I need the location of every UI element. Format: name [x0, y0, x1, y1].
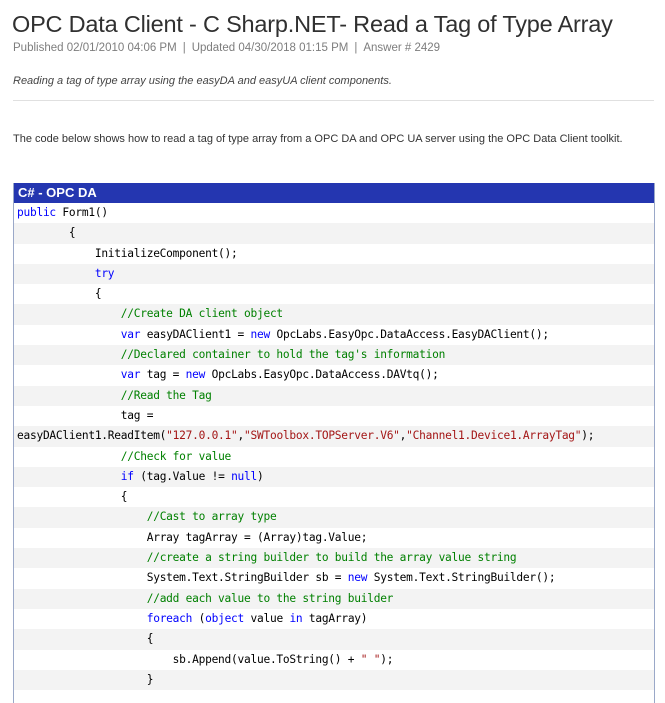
code-line: foreach (object value in tagArray) — [14, 609, 654, 629]
summary-divider — [13, 100, 654, 101]
code-token: " " — [360, 652, 381, 666]
code-token: InitializeComponent(); — [94, 246, 238, 260]
code-token: //create a string builder to build the a… — [146, 551, 517, 565]
code-token: value — [244, 611, 290, 625]
code-line: System.Text.StringBuilder sb = new Syste… — [14, 568, 654, 588]
code-line: //Create DA client object — [14, 304, 654, 325]
answer-number: Answer # 2429 — [363, 42, 441, 54]
code-token: //Create DA client object — [120, 307, 283, 321]
code-line: //create a string builder to build the a… — [14, 548, 654, 569]
code-line: try — [14, 263, 654, 285]
code-token: System.Text.StringBuilder(); — [367, 571, 556, 585]
code-token: { — [146, 632, 154, 646]
code-token: if — [120, 469, 134, 483]
code-token: "127.0.0.1" — [166, 429, 238, 443]
code-token: sb.Append(value.ToString() + — [172, 652, 361, 666]
code-token: //Check for value — [120, 449, 232, 463]
code-token: try — [94, 266, 115, 280]
code-panel: C# - OPC DA public Form1() { InitializeC… — [13, 183, 655, 703]
code-token: } — [146, 672, 154, 686]
code-line: { — [14, 487, 654, 507]
code-token: easyDAClient1 = — [140, 327, 251, 341]
code-token: //add each value to the string builder — [146, 591, 394, 605]
article-title: OPC Data Client - C Sharp.NET- Read a Ta… — [12, 11, 613, 37]
code-token: Form1() — [55, 206, 108, 219]
code-token: null — [231, 469, 258, 483]
code-panel-header: C# - OPC DA — [14, 183, 654, 203]
article-meta: Published 02/01/2010 04:06 PM | Updated 04… — [13, 42, 440, 54]
code-token: //Declared container to hold the tag's i… — [120, 348, 446, 362]
code-token: ); — [380, 652, 394, 666]
code-token: { — [94, 287, 102, 301]
published-date: Published 02/01/2010 04:06 PM — [13, 42, 177, 54]
code-token: //Cast to array type — [146, 510, 277, 524]
code-token: easyDAClient1.ReadItem( — [17, 429, 167, 443]
code-token: //Read the Tag — [120, 388, 212, 402]
code-line: //add each value to the string builder — [14, 588, 654, 609]
code-line: } — [14, 669, 654, 691]
code-line: //Declared container to hold the tag's i… — [14, 345, 654, 366]
code-token: var — [120, 368, 141, 382]
code-token: System.Text.StringBuilder sb = — [146, 571, 348, 585]
code-line: var tag = new OpcLabs.EasyOpc.DataAccess… — [14, 365, 654, 385]
code-line: //Check for value — [14, 447, 654, 467]
code-line: easyDAClient1.ReadItem("127.0.0.1","SWTo… — [14, 426, 654, 447]
code-line: { — [14, 223, 654, 244]
code-body[interactable]: public Form1() { InitializeComponent(); … — [14, 203, 654, 691]
code-token: OpcLabs.EasyOpc.DataAccess.EasyDAClient(… — [269, 327, 549, 341]
code-line: if (tag.Value != null) — [14, 466, 654, 488]
code-token: in — [289, 611, 303, 625]
code-token: tag = — [140, 368, 186, 382]
code-line: { — [14, 284, 654, 304]
code-line: tag = — [14, 406, 654, 426]
code-token: "SWToolbox.TOPServer.V6" — [244, 429, 400, 443]
code-token: ); — [581, 429, 595, 443]
code-token: { — [68, 226, 76, 240]
code-line: public Form1() — [14, 203, 654, 223]
updated-date: Updated 04/30/2018 01:15 PM — [191, 42, 349, 54]
code-token: tagArray) — [302, 611, 368, 625]
code-token: Array tagArray = (Array)tag.Value; — [146, 530, 368, 544]
code-token: var — [120, 327, 141, 341]
code-token: OpcLabs.EasyOpc.DataAccess.DAVtq(); — [205, 368, 439, 382]
code-token: "Channel1.Device1.ArrayTag" — [406, 429, 582, 443]
code-token: new — [185, 368, 206, 382]
intro-paragraph: The code below shows how to read a tag o… — [13, 133, 623, 145]
article-summary: Reading a tag of type array using the ea… — [13, 75, 392, 87]
code-token: { — [120, 490, 128, 504]
code-token: tag = — [120, 408, 154, 422]
code-line: { — [14, 629, 654, 650]
code-token: new — [250, 327, 271, 341]
code-token: ( — [192, 611, 206, 625]
meta-separator: | — [182, 42, 186, 54]
code-line: InitializeComponent(); — [14, 244, 654, 264]
code-token: object — [205, 611, 245, 625]
code-token: public — [17, 206, 56, 219]
code-line: //Read the Tag — [14, 385, 654, 406]
code-line: //Cast to array type — [14, 507, 654, 528]
code-line: Array tagArray = (Array)tag.Value; — [14, 528, 654, 548]
code-token: ) — [257, 469, 264, 483]
meta-separator: | — [354, 42, 358, 54]
code-token: foreach — [146, 611, 193, 625]
code-line: sb.Append(value.ToString() + " "); — [14, 650, 654, 670]
code-token: (tag.Value != — [133, 469, 232, 483]
code-line: var easyDAClient1 = new OpcLabs.EasyOpc.… — [14, 325, 654, 345]
code-token: new — [347, 571, 368, 585]
